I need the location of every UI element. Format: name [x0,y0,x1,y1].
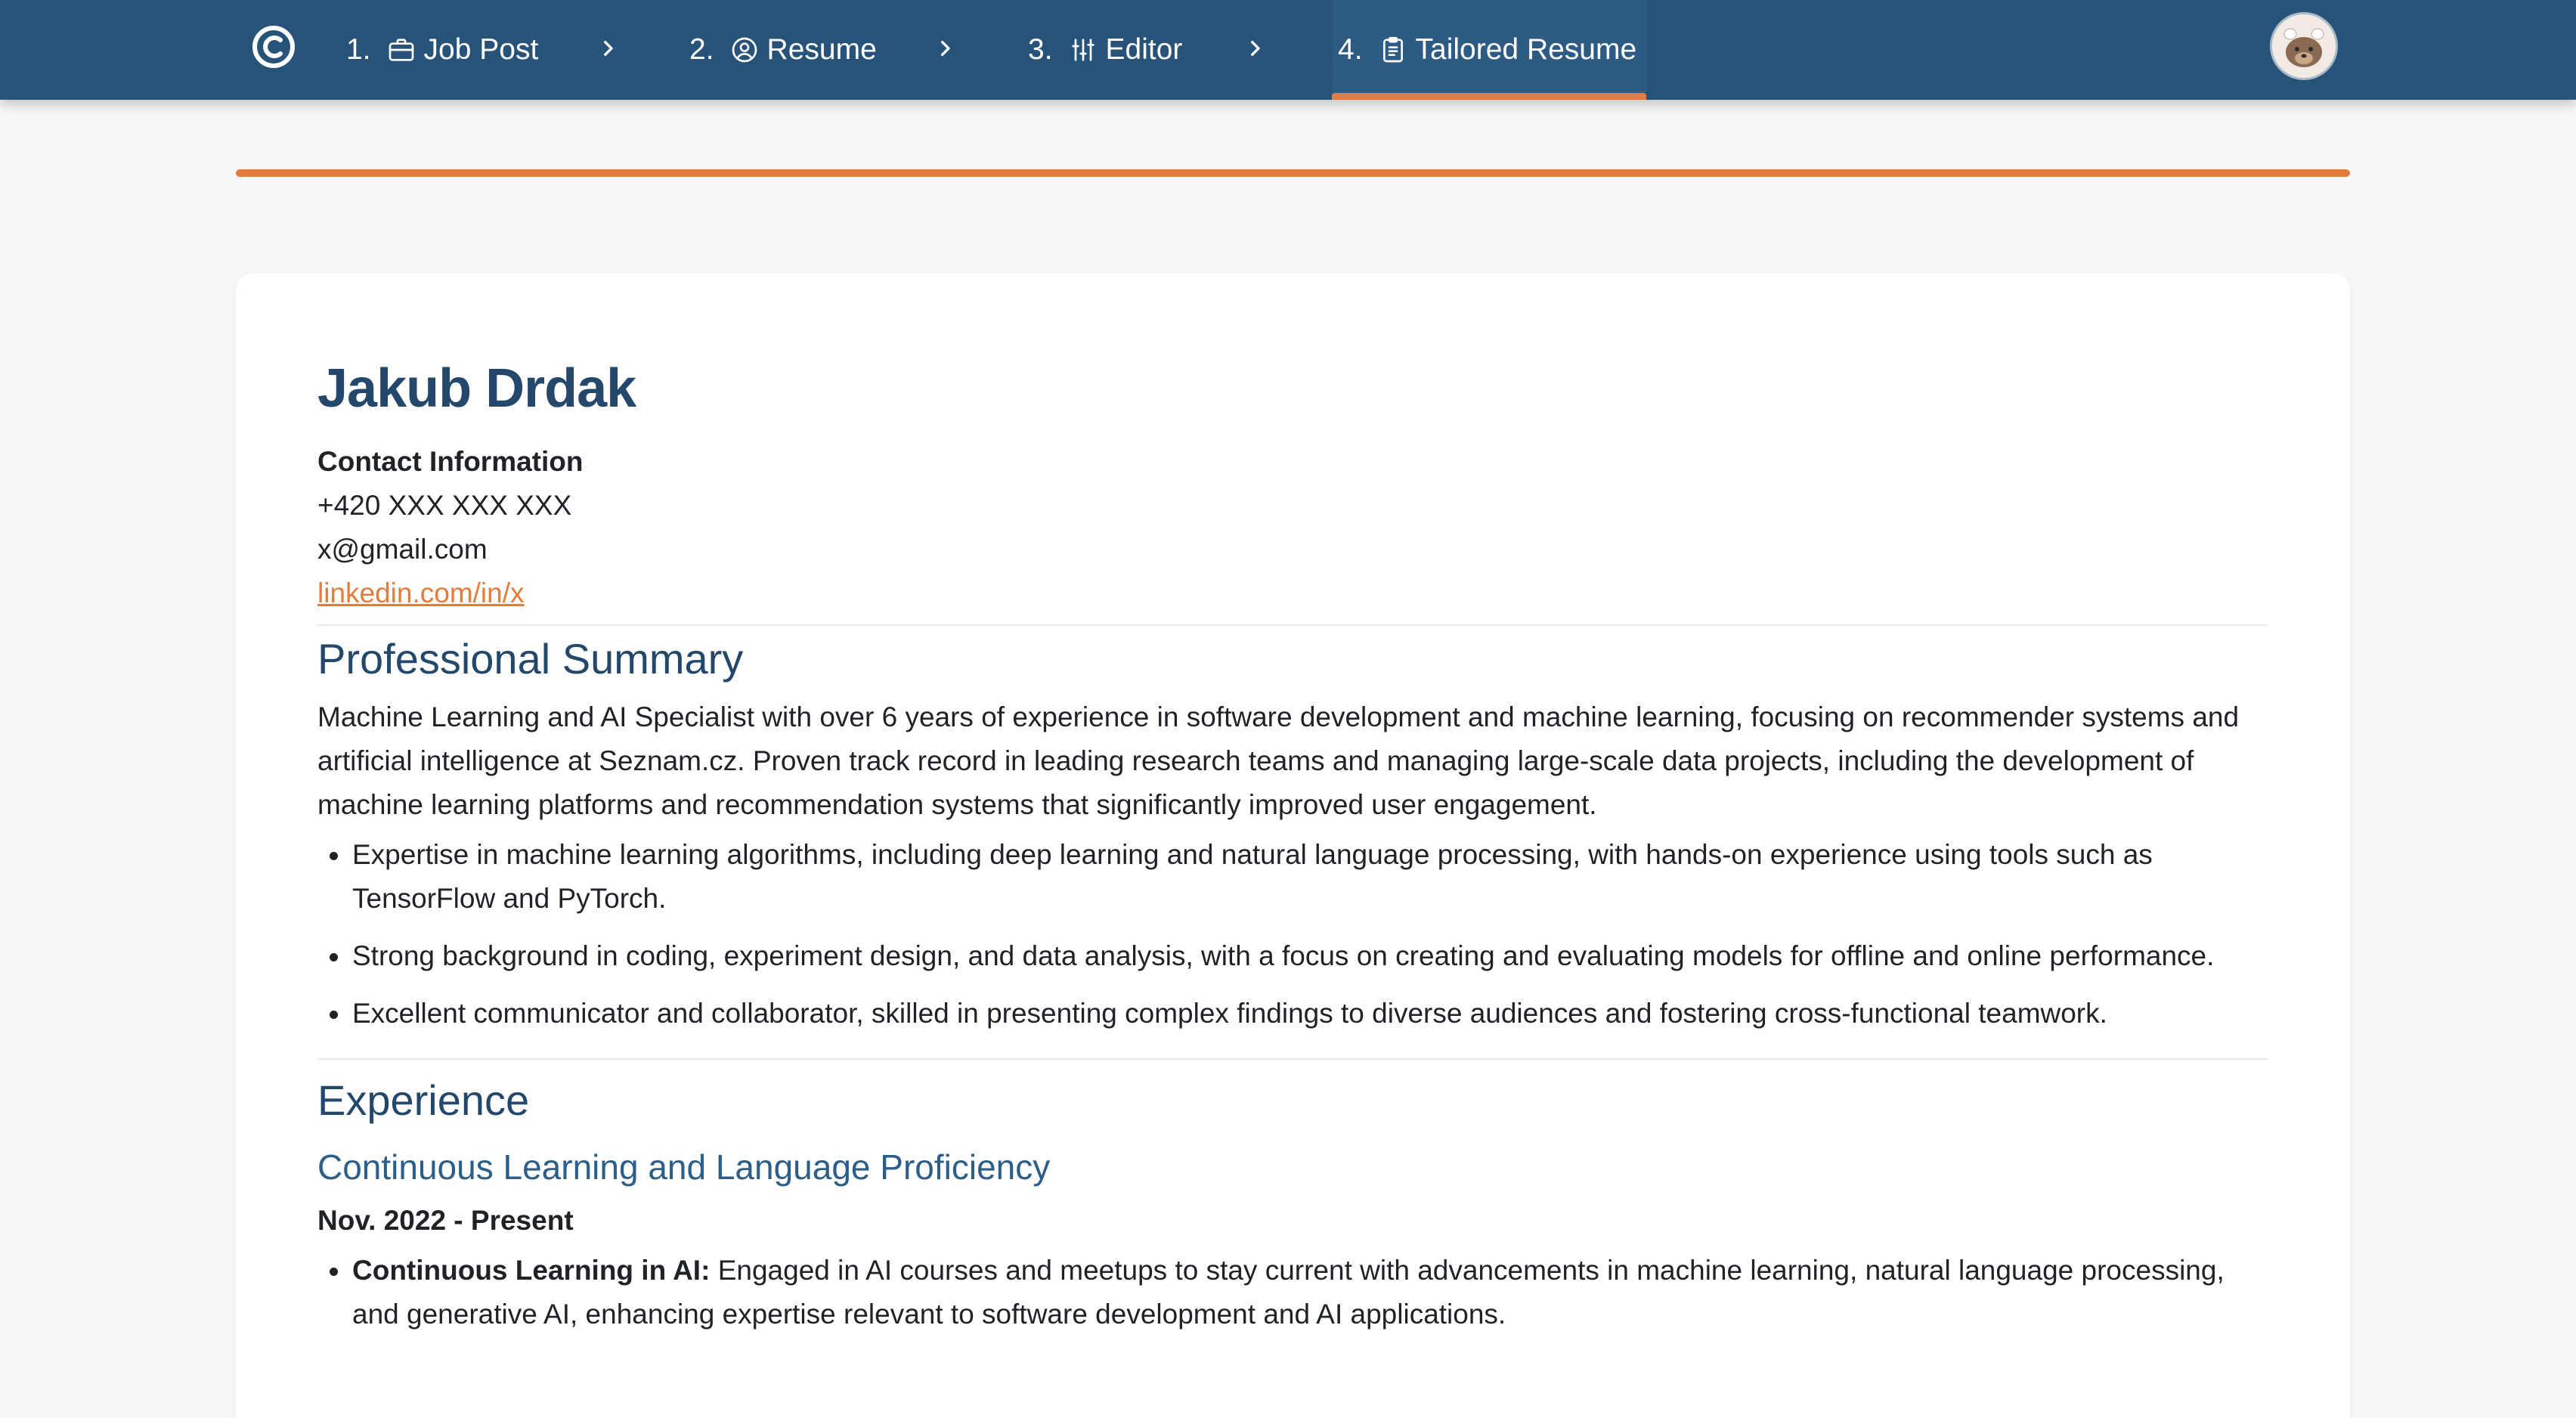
progress-bar-fill [236,169,2350,177]
summary-bullet-list: Expertise in machine learning algorithms… [317,833,2268,1036]
user-avatar[interactable] [2272,14,2336,78]
chevron-right-icon [1240,33,1270,63]
step-editor[interactable]: 3. Editor [1022,0,1188,100]
user-circle-icon [729,35,760,65]
list-item: Strong background in coding, experiment … [317,934,2268,978]
step-resume[interactable]: 2. Resume [683,0,883,100]
contact-info-heading: Contact Information [317,446,584,477]
list-item: Continuous Learning in AI: Engaged in AI… [317,1249,2268,1336]
summary-paragraph: Machine Learning and AI Specialist with … [317,701,2240,820]
contact-linkedin-link[interactable]: linkedin.com/in/x [317,571,525,615]
app-logo-icon[interactable] [252,25,296,69]
sliders-icon [1068,35,1098,65]
step-label: Job Post [423,33,539,66]
resume-name: Jakub Drdak [317,358,636,419]
chevron-right-icon [593,33,623,63]
step-label: Resume [766,33,877,66]
job-bullet-list: Continuous Learning in AI: Engaged in AI… [317,1249,2268,1336]
step-label: Editor [1105,33,1183,66]
bullet-lead: Continuous Learning in AI: [352,1255,711,1286]
chevron-right-icon [930,33,960,63]
step-tailored-resume[interactable]: 4. Tailored Resume [1332,0,1646,100]
step-job-post[interactable]: 1. Job Post [340,0,544,100]
clipboard-icon [1378,35,1408,65]
step-number: 4. [1338,33,1363,66]
step-label: Tailored Resume [1415,33,1637,66]
resume-content: Jakub Drdak Contact Information +420 XXX… [317,352,2268,1336]
step-number: 1. [346,33,371,66]
step-number: 3. [1028,33,1053,66]
section-title-professional-summary: Professional Summary [317,635,744,683]
top-navigation-bar: 1. Job Post 2. Resume 3. Editor 4. Tailo… [0,0,2576,100]
section-divider [317,1058,2268,1060]
job-title: Continuous Learning and Language Profici… [317,1147,1051,1187]
list-item: Expertise in machine learning algorithms… [317,833,2268,921]
briefcase-icon [386,35,416,65]
section-divider [317,624,2268,626]
contact-email: x@gmail.com [317,534,488,565]
section-title-experience: Experience [317,1076,530,1124]
progress-bar [236,169,2350,177]
resume-card: Jakub Drdak Contact Information +420 XXX… [236,274,2350,1418]
job-date: Nov. 2022 - Present [317,1205,574,1236]
step-number: 2. [689,33,714,66]
list-item: Excellent communicator and collaborator,… [317,992,2268,1036]
contact-phone: +420 XXX XXX XXX [317,490,572,521]
